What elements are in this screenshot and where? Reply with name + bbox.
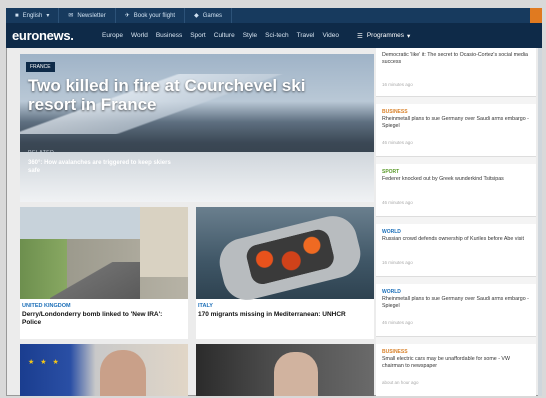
nav-item-sci-tech[interactable]: Sci-tech bbox=[261, 32, 292, 39]
nav-item-europe[interactable]: Europe bbox=[98, 32, 127, 39]
euronews-logo[interactable]: euronews. bbox=[6, 28, 98, 43]
story-card[interactable]: UNITED KINGDOM Derry/Londonderry bomb li… bbox=[20, 207, 188, 339]
language-label: English bbox=[22, 12, 43, 19]
envelope-icon: ✉ bbox=[68, 13, 74, 19]
book-flight-label: Book your flight bbox=[133, 12, 176, 19]
sidebar-story[interactable]: WORLD Russian crowd defends ownership of… bbox=[376, 224, 536, 277]
story-image[interactable]: ★ ★ ★ bbox=[20, 344, 188, 396]
nav-item-world[interactable]: World bbox=[127, 32, 152, 39]
story-headline[interactable]: Derry/Londonderry bomb linked to 'New IR… bbox=[22, 311, 182, 327]
sidebar-story-category[interactable]: BUSINESS bbox=[382, 349, 408, 355]
utility-bar: ■ English ▾ ✉ Newsletter ✈ Book your fli… bbox=[6, 8, 542, 23]
story-image[interactable] bbox=[196, 207, 374, 306]
sidebar-story-time: 46 minutes ago bbox=[382, 320, 413, 325]
topbar-accent bbox=[530, 8, 542, 23]
hero-category-badge[interactable]: FRANCE bbox=[26, 62, 55, 72]
sidebar-story[interactable]: WORLD Rheinmetall plans to sue Germany o… bbox=[376, 284, 536, 337]
latest-news-sidebar: Democratic 'like' it: The secret to Ocas… bbox=[376, 48, 536, 396]
story-card[interactable]: ITALY 170 migrants missing in Mediterran… bbox=[196, 207, 374, 339]
sidebar-story-text[interactable]: Rheinmetall plans to sue Germany over Sa… bbox=[382, 116, 530, 130]
sidebar-story-category[interactable]: WORLD bbox=[382, 289, 401, 295]
nav-item-culture[interactable]: Culture bbox=[210, 32, 239, 39]
sidebar-story[interactable]: BUSINESS Small electric cars may be unaf… bbox=[376, 344, 536, 396]
newsletter-link[interactable]: ✉ Newsletter bbox=[59, 8, 116, 23]
story-card[interactable] bbox=[196, 344, 374, 396]
sidebar-story-time: 46 minutes ago bbox=[382, 140, 413, 145]
nav-item-business[interactable]: Business bbox=[152, 32, 186, 39]
nav-item-style[interactable]: Style bbox=[239, 32, 261, 39]
browser-viewport: ■ English ▾ ✉ Newsletter ✈ Book your fli… bbox=[6, 8, 542, 396]
story-image[interactable] bbox=[196, 344, 374, 396]
sidebar-story-text[interactable]: Federer knocked out by Greek wunderkind … bbox=[382, 176, 530, 183]
book-flight-link[interactable]: ✈ Book your flight bbox=[116, 8, 186, 23]
sidebar-story[interactable]: SPORT Federer knocked out by Greek wunde… bbox=[376, 164, 536, 217]
eu-stars-graphic: ★ ★ ★ bbox=[28, 359, 61, 366]
sidebar-story-text[interactable]: Rheinmetall plans to sue Germany over Sa… bbox=[382, 296, 530, 310]
sidebar-story[interactable]: Democratic 'like' it: The secret to Ocas… bbox=[376, 48, 536, 97]
story-category[interactable]: UNITED KINGDOM bbox=[22, 303, 71, 309]
main-nav: euronews. Europe World Business Sport Cu… bbox=[6, 23, 542, 48]
sidebar-story-text[interactable]: Small electric cars may be unaffordable … bbox=[382, 356, 530, 370]
story-image-building bbox=[140, 207, 188, 277]
chevron-down-icon: ▾ bbox=[407, 32, 411, 40]
sidebar-story-text[interactable]: Democratic 'like' it: The secret to Ocas… bbox=[382, 52, 530, 66]
sidebar-story-time: 16 minutes ago bbox=[382, 82, 413, 87]
sidebar-story-time: 46 minutes ago bbox=[382, 200, 413, 205]
nav-item-sport[interactable]: Sport bbox=[186, 32, 210, 39]
sidebar-story-time: 16 minutes ago bbox=[382, 260, 413, 265]
sidebar-story-category[interactable]: BUSINESS bbox=[382, 109, 408, 115]
nav-item-travel[interactable]: Travel bbox=[293, 32, 319, 39]
plane-icon: ✈ bbox=[124, 13, 130, 19]
nav-item-video[interactable]: Video bbox=[318, 32, 343, 39]
sidebar-story-category[interactable]: SPORT bbox=[382, 169, 399, 175]
story-image-person bbox=[274, 352, 318, 396]
sidebar-story-category[interactable]: WORLD bbox=[382, 229, 401, 235]
related-story-link[interactable]: 360°: How avalanches are triggered to ke… bbox=[28, 159, 178, 175]
programmes-label: Programmes bbox=[366, 32, 405, 39]
story-image-boat bbox=[214, 210, 366, 306]
sidebar-story[interactable]: BUSINESS Rheinmetall plans to sue German… bbox=[376, 104, 536, 157]
gamepad-icon: ◆ bbox=[194, 13, 199, 19]
related-label: RELATED bbox=[28, 150, 55, 156]
menu-icon: ☰ bbox=[357, 32, 363, 40]
sidebar-story-time: about an hour ago bbox=[382, 380, 419, 385]
chevron-down-icon: ▾ bbox=[46, 13, 50, 19]
hero-story[interactable]: FRANCE Two killed in fire at Courchevel … bbox=[20, 54, 374, 202]
sidebar-story-text[interactable]: Russian crowd defends ownership of Kuril… bbox=[382, 236, 530, 243]
story-image[interactable] bbox=[20, 207, 188, 299]
hero-headline[interactable]: Two killed in fire at Courchevel ski res… bbox=[28, 76, 328, 114]
programmes-menu[interactable]: ☰ Programmes ▾ bbox=[357, 32, 410, 40]
story-category[interactable]: ITALY bbox=[198, 303, 213, 309]
flag-icon: ■ bbox=[15, 12, 19, 19]
page-scroll-edge bbox=[538, 48, 542, 396]
story-headline[interactable]: 170 migrants missing in Mediterranean: U… bbox=[198, 311, 368, 319]
games-link[interactable]: ◆ Games bbox=[185, 8, 233, 23]
language-selector[interactable]: ■ English ▾ bbox=[6, 8, 60, 23]
story-image-person bbox=[100, 350, 146, 396]
story-image-road bbox=[50, 262, 140, 299]
games-label: Games bbox=[202, 12, 223, 19]
newsletter-label: Newsletter bbox=[77, 12, 106, 19]
story-card[interactable]: ★ ★ ★ bbox=[20, 344, 188, 396]
